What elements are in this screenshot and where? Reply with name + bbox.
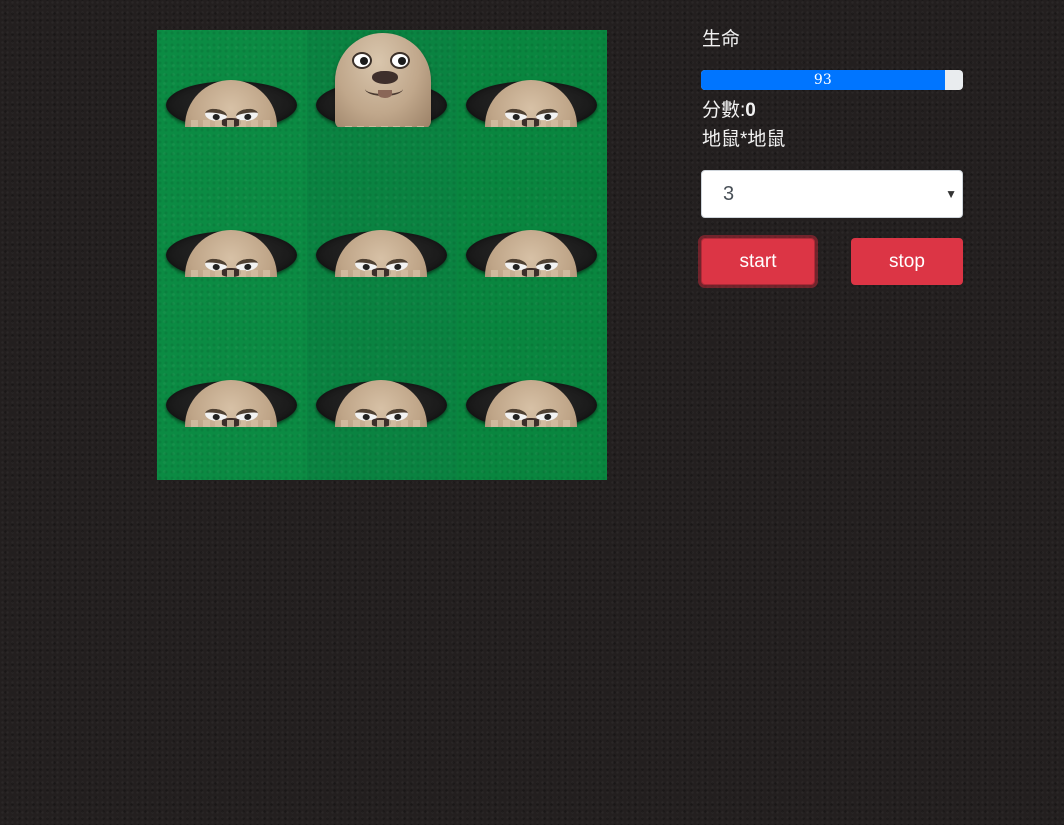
mole-popped[interactable] <box>335 33 431 129</box>
mole-hole-6[interactable] <box>457 180 607 330</box>
mole-hole-3[interactable] <box>457 30 607 180</box>
life-label: 生命 <box>702 29 741 50</box>
mole-hole-4[interactable] <box>157 180 307 330</box>
mole-hole-1[interactable] <box>157 30 307 180</box>
mole-hole-5[interactable] <box>307 180 457 330</box>
grass-foreground <box>157 277 307 330</box>
grass-foreground <box>457 427 607 480</box>
game-board <box>157 30 607 480</box>
mole-eye <box>352 52 372 69</box>
score-display: 分數:0 <box>702 95 756 122</box>
grass-foreground <box>457 127 607 180</box>
mole-hole-7[interactable] <box>157 330 307 480</box>
mole-hole-2[interactable] <box>307 30 457 180</box>
stop-button[interactable]: stop <box>851 238 963 285</box>
level-select[interactable]: 3 ▼ <box>701 170 963 218</box>
mole-hole-9[interactable] <box>457 330 607 480</box>
chevron-down-icon: ▼ <box>945 187 957 201</box>
life-progress-bar: 93 <box>701 70 963 90</box>
mode-label: 地鼠*地鼠 <box>702 129 786 150</box>
mole-eye <box>390 52 410 69</box>
score-value: 0 <box>745 100 756 121</box>
grass-foreground <box>307 127 457 180</box>
life-progress-fill: 93 <box>701 70 945 90</box>
mole-hole-8[interactable] <box>307 330 457 480</box>
mole-tongue <box>378 90 392 98</box>
start-button[interactable]: start <box>701 238 815 285</box>
grass-foreground <box>307 427 457 480</box>
grass-foreground <box>307 277 457 330</box>
grass-foreground <box>157 127 307 180</box>
level-select-value: 3 <box>723 182 735 205</box>
grass-foreground <box>157 427 307 480</box>
grass-foreground <box>457 277 607 330</box>
score-label: 分數: <box>702 100 746 121</box>
